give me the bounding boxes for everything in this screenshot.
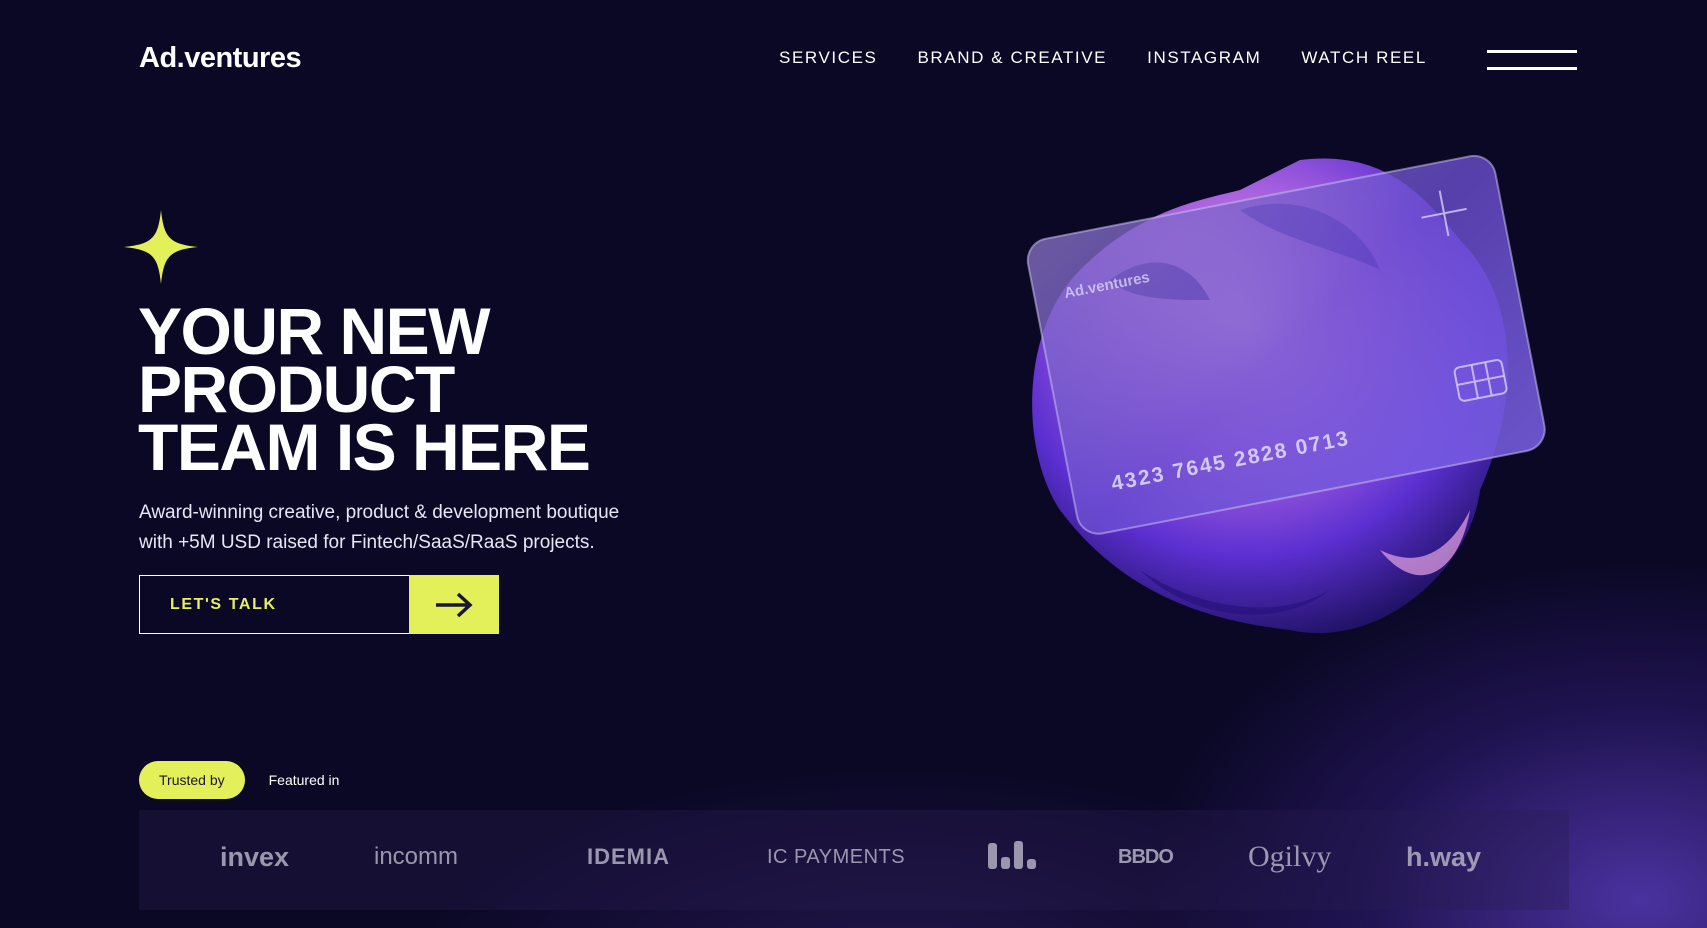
lets-talk-cta[interactable]: LET'S TALK [139, 575, 499, 634]
logo-strip: invex incomm IDEMIA IC PAYMENTS BBDO Ogi… [139, 810, 1569, 910]
logo-bbdo: BBDO [1118, 845, 1174, 868]
nav-services[interactable]: SERVICES [779, 48, 877, 68]
bar-chart-brand-icon [988, 840, 1118, 874]
brand-logo[interactable]: Ad.ventures [139, 42, 302, 75]
headline-line-3: TEAM IS HERE [138, 410, 591, 484]
logos-tabs: Trusted by Featured in [139, 761, 339, 799]
nav-brand-creative[interactable]: BRAND & CREATIVE [917, 48, 1107, 68]
main-nav: SERVICES BRAND & CREATIVE INSTAGRAM WATC… [779, 48, 1427, 68]
logo-incomm: incomm [374, 843, 459, 870]
nav-watch-reel[interactable]: WATCH REEL [1301, 48, 1427, 68]
sparkle-icon [124, 210, 198, 284]
tab-trusted-by[interactable]: Trusted by [139, 761, 245, 799]
subtitle-line-1: Award-winning creative, product & develo… [139, 502, 620, 523]
hamburger-menu-icon[interactable] [1487, 50, 1577, 70]
lets-talk-button[interactable]: LET'S TALK [139, 575, 409, 634]
arrow-right-icon[interactable] [409, 575, 499, 634]
hero-card-visual: Ad.ventures 4323 7645 2828 0713 [1026, 154, 1546, 634]
logo-ic-payments: IC PAYMENTS [767, 845, 906, 868]
subtitle-line-2: with +5M USD raised for Fintech/SaaS/Raa… [139, 532, 595, 553]
tab-featured-in[interactable]: Featured in [269, 772, 340, 788]
logo-invex: invex [220, 841, 290, 872]
logo-idemia: IDEMIA [587, 844, 670, 869]
hero-headline: YOUR NEW PRODUCT TEAM IS HERE [138, 298, 591, 484]
logo-hway: h.way [1406, 841, 1482, 872]
nav-instagram[interactable]: INSTAGRAM [1147, 48, 1261, 68]
logo-ogilvy: Ogilvy [1248, 840, 1332, 873]
hero-subtitle: Award-winning creative, product & develo… [139, 498, 699, 558]
